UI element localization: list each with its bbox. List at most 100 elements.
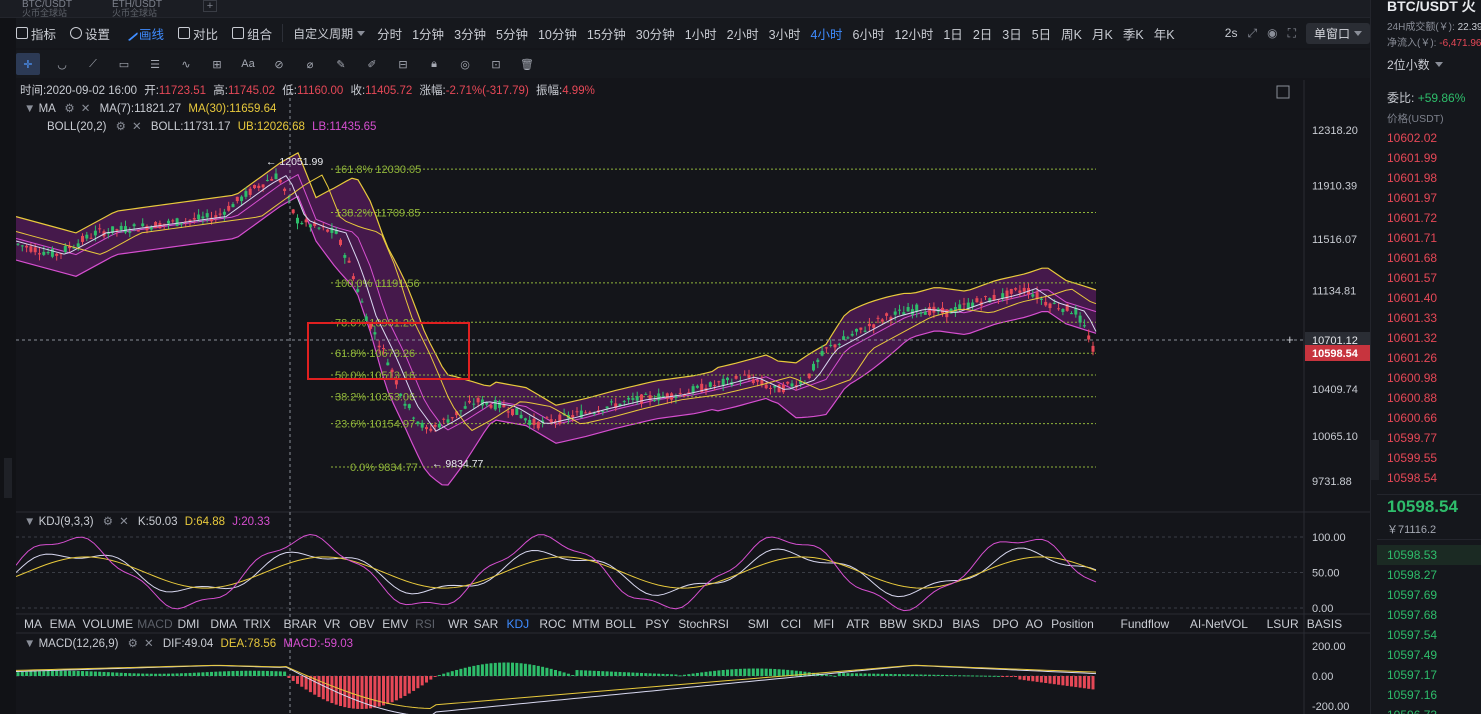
bid-row[interactable]: 10596.73 [1377,705,1481,714]
ask-row[interactable]: 10601.33 [1387,308,1437,328]
indicator-tab-wr[interactable]: WR [448,617,468,631]
measure-icon[interactable]: ⊘ [270,57,288,71]
collapse-icon[interactable]: ▼ [24,516,39,528]
collapse-left-handle[interactable] [4,458,12,498]
indicator-tab-boll[interactable]: BOLL [605,617,636,631]
trendline-icon[interactable]: ⟋ [84,57,102,71]
bid-row[interactable]: 10597.69 [1377,585,1481,605]
curve-icon[interactable]: ◡ [53,57,71,71]
bid-row[interactable]: 10597.17 [1377,665,1481,685]
indicator-tab-volume[interactable]: VOLUME [83,617,134,631]
period-11[interactable]: 6小时 [853,24,885,43]
period-18[interactable]: 月K [1092,24,1113,43]
period-10[interactable]: 4小时 [811,24,843,43]
compare-button[interactable]: 对比 [178,24,218,43]
channel-icon[interactable]: ☰ [146,57,164,71]
fullscreen-icon[interactable]: ⛶ [1288,26,1296,41]
rectangle-icon[interactable]: ▭ [115,57,133,71]
collapse-icon[interactable]: ▼ [24,103,39,115]
brush-icon[interactable]: ⌀ [301,57,319,71]
indicator-tab-skdj[interactable]: SKDJ [912,617,943,631]
chart-tab-eth[interactable]: ETH/USDT 火币全球站 [106,0,168,18]
indicator-tab-cci[interactable]: CCI [781,617,802,631]
bid-row[interactable]: 10598.53 [1377,545,1481,565]
ask-row[interactable]: 10601.97 [1387,188,1437,208]
indicator-tab-emv[interactable]: EMV [382,617,408,631]
indicator-tab-ma[interactable]: MA [24,617,42,631]
refresh-interval[interactable]: 2s [1225,26,1238,40]
period-1[interactable]: 1分钟 [412,24,444,43]
indicator-tab-ema[interactable]: EMA [50,617,76,631]
add-tab-button[interactable]: + [203,0,217,12]
expand-icon[interactable]: ⤢ [1247,26,1257,41]
combo-button[interactable]: 组合 [232,24,272,43]
magnet-icon[interactable]: ⊡ [487,57,505,71]
period-20[interactable]: 年K [1154,24,1175,43]
period-16[interactable]: 5日 [1032,24,1051,43]
period-6[interactable]: 30分钟 [636,24,675,43]
gear-icon[interactable]: ⚙ [103,516,113,528]
close-icon[interactable]: ✕ [132,121,142,133]
period-3[interactable]: 5分钟 [496,24,528,43]
ask-row[interactable]: 10601.68 [1387,248,1437,268]
indicator-button[interactable]: 指标 [16,24,56,43]
lock-icon[interactable]: 🔒︎ [425,57,443,71]
gear-icon[interactable]: ⚙ [64,103,74,115]
wave-icon[interactable]: ∿ [177,57,195,71]
indicator-tab-vr[interactable]: VR [324,617,341,631]
camera-icon[interactable]: ◉ [1267,26,1277,40]
gear-icon[interactable]: ⚙ [128,638,138,650]
crosshair-add-icon[interactable]: + [1286,332,1294,347]
period-2[interactable]: 3分钟 [454,24,486,43]
ask-row[interactable]: 10600.66 [1387,408,1437,428]
indicator-tab-kdj[interactable]: KDJ [507,617,530,631]
period-12[interactable]: 12小时 [894,24,933,43]
custom-period-dropdown[interactable]: 自定义周期 [293,25,366,42]
crosshair-icon[interactable]: ✛ [16,53,40,75]
ask-row[interactable]: 10601.99 [1387,148,1437,168]
ruler-icon[interactable]: ✎ [332,57,350,71]
indicator-tab-roc[interactable]: ROC [539,617,566,631]
close-icon[interactable]: ✕ [81,103,91,115]
fib-icon[interactable]: ⊞ [208,57,226,71]
period-7[interactable]: 1小时 [685,24,717,43]
period-0[interactable]: 分时 [377,24,402,43]
period-9[interactable]: 3小时 [769,24,801,43]
indicator-tab-dmi[interactable]: DMI [178,617,200,631]
bid-row[interactable]: 10597.54 [1377,625,1481,645]
indicator-tab-sar[interactable]: SAR [474,617,499,631]
period-14[interactable]: 2日 [973,24,992,43]
period-17[interactable]: 周K [1061,24,1082,43]
price-chart-svg[interactable]: 161.8% 12030.05 138.2% 11709.85 100.0% 111… [16,80,1370,714]
indicator-tab-smi[interactable]: SMI [748,617,769,631]
bid-row[interactable]: 10598.27 [1377,565,1481,585]
period-8[interactable]: 2小时 [727,24,759,43]
indicator-tab-atr[interactable]: ATR [846,617,869,631]
period-15[interactable]: 3日 [1002,24,1021,43]
indicator-tab-basis[interactable]: BASIS [1307,617,1342,631]
ask-row[interactable]: 10599.77 [1387,428,1437,448]
indicator-tab-lsur[interactable]: LSUR [1267,617,1299,631]
collapse-right-handle[interactable] [1371,440,1379,480]
text-tool[interactable]: Aa [239,57,257,71]
ask-row[interactable]: 10601.57 [1387,268,1437,288]
ask-row[interactable]: 10601.32 [1387,328,1437,348]
close-icon[interactable]: ✕ [119,516,129,528]
ask-row[interactable]: 10602.02 [1387,128,1437,148]
period-19[interactable]: 季K [1123,24,1144,43]
period-5[interactable]: 15分钟 [587,24,626,43]
indicator-tab-rsi[interactable]: RSI [415,617,435,631]
ask-row[interactable]: 10601.40 [1387,288,1437,308]
ask-row[interactable]: 10599.55 [1387,448,1437,468]
trash-icon[interactable]: 🗑︎ [518,57,536,71]
window-mode-dropdown[interactable]: 单窗口 [1305,22,1370,44]
indicator-tab-mfi[interactable]: MFI [814,617,835,631]
ask-row[interactable]: 10600.98 [1387,368,1437,388]
indicator-tab-trix[interactable]: TRIX [243,617,270,631]
indicator-tab-mtm[interactable]: MTM [572,617,599,631]
indicator-tab-ao[interactable]: AO [1026,617,1043,631]
collapse-icon[interactable]: ▼ [24,638,39,650]
indicator-tab-bias[interactable]: BIAS [952,617,979,631]
indicator-tab-bbw[interactable]: BBW [879,617,907,631]
pen-icon[interactable]: ✐ [363,57,381,71]
